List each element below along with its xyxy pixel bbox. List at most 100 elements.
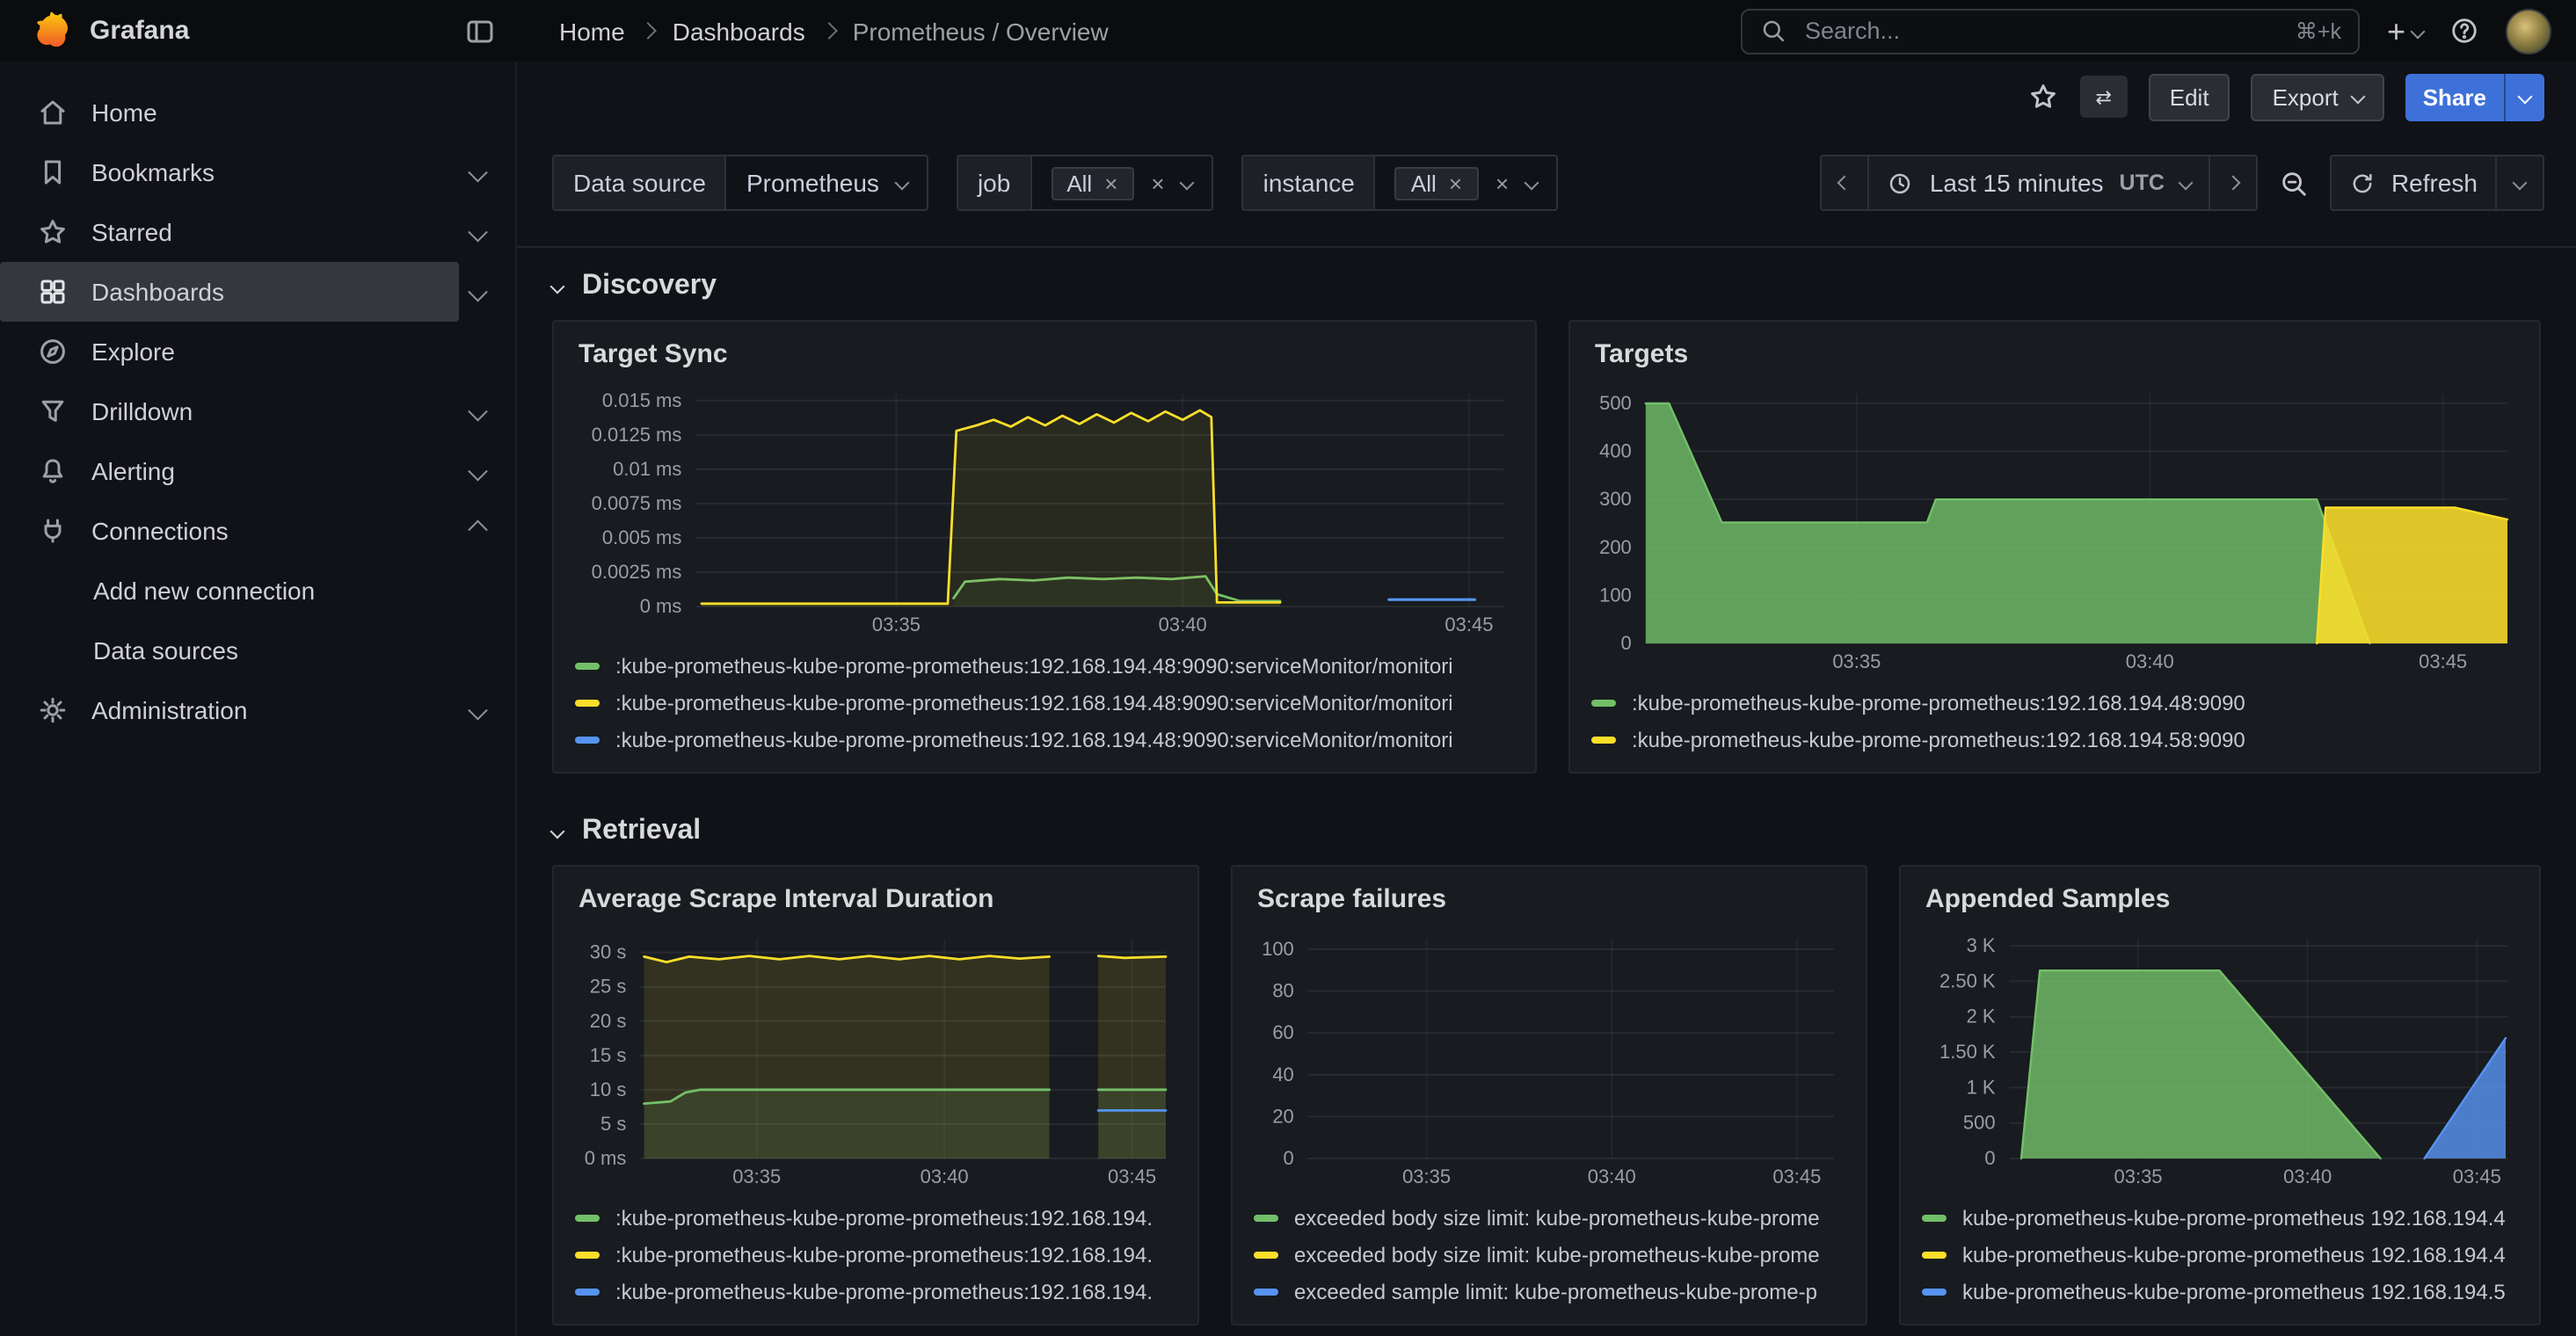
share-button[interactable]: Share	[2405, 73, 2544, 120]
search-box[interactable]: ⌘+k	[1742, 8, 2361, 54]
legend-label[interactable]: exceeded sample limit: kube-prometheus-k…	[1294, 1279, 1817, 1303]
time-shift-forward-button[interactable]	[2209, 155, 2258, 211]
sidebar-item-alerting[interactable]: Alerting	[0, 441, 515, 501]
svg-text:0.0025 ms: 0.0025 ms	[592, 561, 682, 583]
legend-item[interactable]: exceeded body size limit: kube-prometheu…	[1254, 1236, 1845, 1273]
legend-item[interactable]: :kube-prometheus-kube-prome-prometheus:1…	[575, 1236, 1176, 1273]
sidebar-item-label: Home	[91, 98, 157, 127]
legend-item[interactable]: :kube-prometheus-kube-prome-prometheus:1…	[575, 721, 1514, 758]
legend-label[interactable]: exceeded body size limit: kube-prometheu…	[1294, 1242, 1820, 1267]
sidebar-item-connections[interactable]: Connections	[0, 501, 515, 561]
chevron-up-icon[interactable]	[459, 525, 498, 538]
panel-title[interactable]: Scrape failures	[1254, 879, 1845, 925]
average-scrape-interval-chart[interactable]: 03:3503:4003:450 ms5 s10 s15 s20 s25 s30…	[575, 925, 1176, 1188]
sidebar-item-dashboards[interactable]: Dashboards	[0, 262, 515, 322]
legend-label[interactable]: :kube-prometheus-kube-prome-prometheus:1…	[1632, 690, 2245, 715]
export-button[interactable]: Export	[2252, 73, 2384, 120]
remove-tag-icon[interactable]: ×	[1449, 171, 1462, 194]
panel-title[interactable]: Appended Samples	[1922, 879, 2518, 925]
legend-item[interactable]: kube-prometheus-kube-prome-prometheus 19…	[1922, 1199, 2518, 1236]
legend-label[interactable]: :kube-prometheus-kube-prome-prometheus:1…	[615, 653, 1453, 678]
section-title: Discovery	[582, 271, 717, 302]
svg-text:03:45: 03:45	[1772, 1165, 1821, 1187]
sidebar-item-explore[interactable]: Explore	[0, 322, 515, 381]
breadcrumb-dashboards[interactable]: Dashboards	[673, 17, 805, 45]
job-variable[interactable]: job All× ×	[957, 155, 1214, 211]
search-input[interactable]	[1801, 16, 2281, 46]
remove-tag-icon[interactable]: ×	[1104, 171, 1117, 194]
svg-text:1.50 K: 1.50 K	[1939, 1041, 1996, 1063]
job-label: job	[957, 155, 1030, 211]
chevron-down-icon[interactable]	[459, 166, 498, 179]
legend-item[interactable]: exceeded sample limit: kube-prometheus-k…	[1254, 1273, 1845, 1310]
svg-text:20 s: 20 s	[590, 1010, 627, 1032]
legend-item[interactable]: kube-prometheus-kube-prome-prometheus 19…	[1922, 1273, 2518, 1310]
legend-label[interactable]: kube-prometheus-kube-prome-prometheus 19…	[1962, 1279, 2506, 1303]
chevron-down-icon[interactable]	[459, 704, 498, 717]
sidebar-item-starred[interactable]: Starred	[0, 202, 515, 262]
legend-label[interactable]: :kube-prometheus-kube-prome-prometheus:1…	[615, 1205, 1153, 1230]
legend-label[interactable]: kube-prometheus-kube-prome-prometheus 19…	[1962, 1205, 2506, 1230]
legend-label[interactable]: :kube-prometheus-kube-prome-prometheus:1…	[615, 727, 1453, 752]
share-label[interactable]: Share	[2405, 73, 2504, 120]
legend-label[interactable]: exceeded body size limit: kube-prometheu…	[1294, 1205, 1820, 1230]
sidebar-item-home[interactable]: Home	[0, 83, 515, 142]
sidebar-toggle-icon[interactable]	[464, 15, 496, 47]
job-chip[interactable]: All×	[1051, 166, 1133, 200]
legend-label[interactable]: :kube-prometheus-kube-prome-prometheus:1…	[615, 1242, 1153, 1267]
legend-item[interactable]: :kube-prometheus-kube-prome-prometheus:1…	[575, 684, 1514, 721]
legend-item[interactable]: :kube-prometheus-kube-prome-prometheus:1…	[1591, 721, 2518, 758]
targets-chart[interactable]: 03:3503:4003:450100200300400500	[1591, 380, 2518, 673]
scrape-failures-chart[interactable]: 03:3503:4003:45020406080100	[1254, 925, 1845, 1188]
job-select[interactable]: All× ×	[1030, 155, 1213, 211]
chevron-down-icon[interactable]	[459, 286, 498, 299]
star-outline-icon[interactable]	[2027, 81, 2059, 113]
target-sync-chart[interactable]: 03:3503:4003:450 ms0.0025 ms0.005 ms0.00…	[575, 380, 1514, 636]
sidebar-item-bookmarks[interactable]: Bookmarks	[0, 142, 515, 202]
panel-title[interactable]: Target Sync	[575, 334, 1514, 380]
instance-select[interactable]: All× ×	[1374, 155, 1558, 211]
instance-variable[interactable]: instance All× ×	[1242, 155, 1559, 211]
legend-label[interactable]: :kube-prometheus-kube-prome-prometheus:1…	[1632, 727, 2245, 752]
legend-item[interactable]: :kube-prometheus-kube-prome-prometheus:1…	[575, 1273, 1176, 1310]
chevron-down-icon[interactable]	[459, 405, 498, 418]
panel-title[interactable]: Average Scrape Interval Duration	[575, 879, 1176, 925]
legend-label[interactable]: :kube-prometheus-kube-prome-prometheus:1…	[615, 690, 1453, 715]
clear-selection-icon[interactable]: ×	[1151, 171, 1164, 194]
edit-button[interactable]: Edit	[2149, 73, 2230, 120]
clear-selection-icon[interactable]: ×	[1495, 171, 1509, 194]
legend-item[interactable]: :kube-prometheus-kube-prome-prometheus:1…	[1591, 684, 2518, 721]
refresh-button[interactable]: Refresh	[2330, 155, 2497, 211]
section-discovery[interactable]: Discovery	[552, 271, 2541, 302]
panel-title[interactable]: Targets	[1591, 334, 2518, 380]
help-icon[interactable]	[2449, 16, 2479, 46]
chevron-down-icon[interactable]	[459, 226, 498, 239]
instance-chip[interactable]: All×	[1395, 166, 1478, 200]
share-menu-toggle[interactable]	[2504, 73, 2544, 120]
refresh-interval-toggle[interactable]	[2495, 155, 2544, 211]
legend-item[interactable]: :kube-prometheus-kube-prome-prometheus:1…	[575, 647, 1514, 684]
datasource-select[interactable]: Prometheus	[725, 155, 928, 211]
brand[interactable]: Grafana	[28, 9, 189, 53]
section-retrieval[interactable]: Retrieval	[552, 816, 2541, 847]
zoom-out-icon[interactable]	[2279, 168, 2309, 198]
chevron-down-icon[interactable]	[459, 465, 498, 478]
add-new-button[interactable]: +	[2387, 15, 2423, 47]
legend-label[interactable]: :kube-prometheus-kube-prome-prometheus:1…	[615, 1279, 1153, 1303]
sidebar-item-data-sources[interactable]: Data sources	[0, 621, 515, 680]
appended-samples-chart[interactable]: 03:3503:4003:4505001 K1.50 K2 K2.50 K3 K	[1922, 925, 2518, 1188]
sidebar-item-administration[interactable]: Administration	[0, 680, 515, 740]
time-range-picker[interactable]: Last 15 minutes UTC	[1868, 155, 2210, 211]
user-avatar[interactable]	[2506, 8, 2551, 54]
breadcrumb-home[interactable]: Home	[559, 17, 625, 45]
legend-item[interactable]: exceeded body size limit: kube-prometheu…	[1254, 1199, 1845, 1236]
sidebar-item-add-new-connection[interactable]: Add new connection	[0, 561, 515, 621]
legend-label[interactable]: kube-prometheus-kube-prome-prometheus 19…	[1962, 1242, 2506, 1267]
datasource-variable[interactable]: Data source Prometheus	[552, 155, 928, 211]
legend-item[interactable]: :kube-prometheus-kube-prome-prometheus:1…	[575, 1199, 1176, 1236]
legend-item[interactable]: kube-prometheus-kube-prome-prometheus 19…	[1922, 1236, 2518, 1273]
svg-text:500: 500	[1963, 1112, 1996, 1134]
sidebar-item-drilldown[interactable]: Drilldown	[0, 381, 515, 441]
time-shift-back-button[interactable]	[1821, 155, 1870, 211]
panes-toggle-icon[interactable]: ⇄	[2080, 76, 2128, 118]
